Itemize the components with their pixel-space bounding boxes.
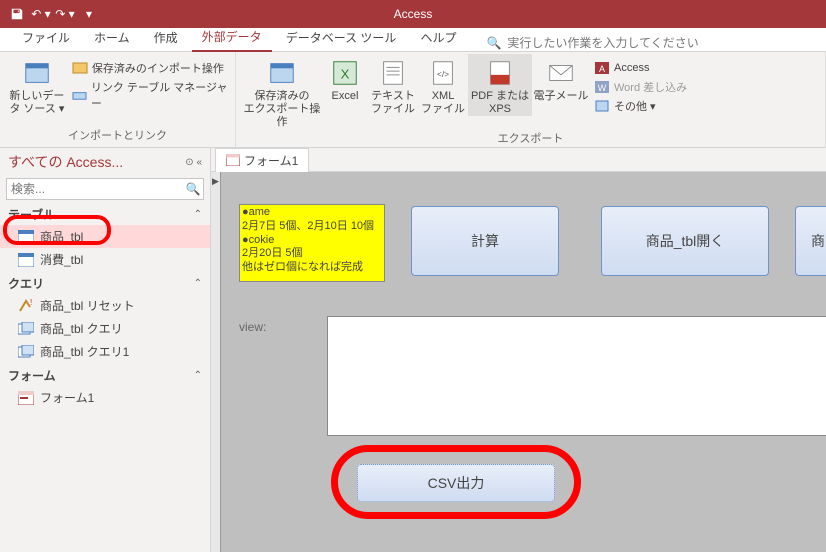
tab-help[interactable]: ヘルプ [410,25,466,51]
view-textbox[interactable] [327,316,826,436]
tell-me-search[interactable]: 🔍 実行したい作業を入力してください [486,34,698,51]
ribbon-group-label: インポートとリンク [6,127,229,145]
form-icon [226,154,240,166]
undo-icon[interactable]: ↶ ▾ [30,3,52,25]
word-icon: W [594,79,610,95]
collapse-icon: ⌃ [194,209,202,220]
access-icon: A [594,60,610,76]
database-icon [22,58,52,88]
email-icon [546,58,576,88]
redo-icon[interactable]: ↷ ▾ [54,3,76,25]
pdf-icon [485,58,515,88]
export-other-button[interactable]: その他 ▾ [594,98,687,114]
nav-item-table-2[interactable]: 消費_tbl [0,248,210,271]
table-icon [18,253,34,267]
document-area: フォーム1 ▶ ●ame 2月7日 5個、2月10日 10個 ●cokie 2月… [211,148,826,552]
nav-item-table-1[interactable]: 商品_tbl [0,225,210,248]
export-text-button[interactable]: テキスト ファイル [368,54,418,116]
open-table-button[interactable]: 商品_tbl開く [601,206,769,276]
navigation-pane: すべての Access... ⊙ « 🔍 テーブル⌃ 商品_tbl 消費_tbl… [0,148,211,552]
xml-file-icon: </> [428,58,458,88]
export-xml-button[interactable]: </> XML ファイル [418,54,468,116]
select-query-icon [18,345,34,359]
svg-text:!: ! [30,299,32,307]
nav-section-tables[interactable]: テーブル⌃ [0,202,210,225]
saved-exports-button[interactable]: 保存済みの エクスポート操作 [242,54,322,130]
tab-external-data[interactable]: 外部データ [192,24,272,52]
text-file-icon [378,58,408,88]
ribbon-group-import: 新しいデー タ ソース ▾ 保存済みのインポート操作 リンク テーブル マネージ… [0,52,236,147]
nav-pane-header[interactable]: すべての Access... ⊙ « [0,148,210,176]
csv-export-button[interactable]: CSV出力 [357,464,555,502]
nav-section-forms[interactable]: フォーム⌃ [0,363,210,386]
new-data-source-button[interactable]: 新しいデー タ ソース ▾ [6,54,68,116]
export-access-button[interactable]: A Access [594,60,687,76]
view-label: view: [239,320,266,334]
form-surface: ●ame 2月7日 5個、2月10日 10個 ●cokie 2月20日 5個 他… [221,172,826,552]
export-excel-button[interactable]: X Excel [322,54,368,103]
ribbon-tabs: ファイル ホーム 作成 外部データ データベース ツール ヘルプ 🔍 実行したい… [0,28,826,52]
excel-icon: X [330,58,360,88]
export-pdf-button[interactable]: PDF または XPS [468,54,532,116]
svg-text:A: A [599,64,605,74]
workspace: すべての Access... ⊙ « 🔍 テーブル⌃ 商品_tbl 消費_tbl… [0,148,826,552]
ribbon-group-export: 保存済みの エクスポート操作 X Excel テキスト ファイル </> XML… [236,52,826,147]
nav-item-form-1[interactable]: フォーム1 [0,386,210,409]
app-title: Access [394,7,433,21]
export-word-button: W Word 差し込み [594,79,687,95]
nav-section-queries[interactable]: クエリ⌃ [0,271,210,294]
save-icon[interactable] [6,3,28,25]
form-icon [18,391,34,405]
svg-text:</>: </> [437,69,449,79]
collapse-icon: ⌃ [194,370,202,381]
collapse-icon: ⌃ [194,278,202,289]
calc-button[interactable]: 計算 [411,206,559,276]
linked-table-manager-button[interactable]: リンク テーブル マネージャー [72,79,229,111]
tell-me-hint: 実行したい作業を入力してください [507,34,698,51]
saved-imports-button[interactable]: 保存済みのインポート操作 [72,60,229,76]
quick-access-toolbar: ↶ ▾ ↷ ▾ ▾ [0,3,100,25]
nav-search-input[interactable] [7,179,183,199]
search-icon[interactable]: 🔍 [183,182,203,196]
svg-text:X: X [341,67,350,82]
document-tabs: フォーム1 [211,148,826,172]
note-label: ●ame 2月7日 5個、2月10日 10個 ●cokie 2月20日 5個 他… [239,204,385,282]
nav-item-query-1[interactable]: ! 商品_tbl リセット [0,294,210,317]
chevron-down-icon: ⊙ « [185,157,202,168]
other-export-icon [594,98,610,114]
export-email-button[interactable]: 電子メール [532,54,590,103]
table-icon [18,230,34,244]
select-query-icon [18,322,34,336]
tab-file[interactable]: ファイル [12,25,80,51]
nav-search[interactable]: 🔍 [6,178,204,200]
ribbon-group-label: エクスポート [242,130,819,148]
record-selector[interactable]: ▶ [211,172,221,552]
action-query-icon: ! [18,299,34,313]
tab-create[interactable]: 作成 [144,25,188,51]
search-icon: 🔍 [486,36,501,50]
tab-home[interactable]: ホーム [84,25,140,51]
doc-tab-form1[interactable]: フォーム1 [215,148,309,172]
title-bar: ↶ ▾ ↷ ▾ ▾ Access [0,0,826,28]
link-icon [72,87,87,103]
saved-imports-icon [72,60,88,76]
saved-exports-icon [267,58,297,88]
nav-item-query-2[interactable]: 商品_tbl クエリ [0,317,210,340]
qat-customize-icon[interactable]: ▾ [78,3,100,25]
ribbon: 新しいデー タ ソース ▾ 保存済みのインポート操作 リンク テーブル マネージ… [0,52,826,148]
svg-text:W: W [598,83,607,93]
tab-db-tools[interactable]: データベース ツール [276,25,407,51]
nav-item-query-3[interactable]: 商品_tbl クエリ1 [0,340,210,363]
product-button[interactable]: 商品 [795,206,826,276]
